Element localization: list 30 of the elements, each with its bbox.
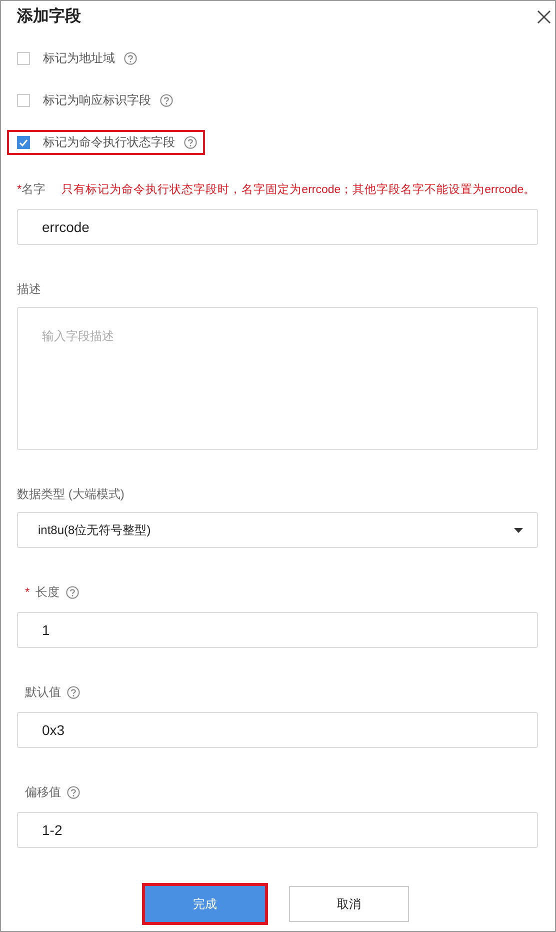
input-field[interactable]: 1 xyxy=(17,612,538,648)
input-field[interactable]: errcode xyxy=(17,209,538,245)
field-label: 默认值 xyxy=(25,684,61,700)
checkbox-label: 标记为命令执行状态字段 xyxy=(43,134,175,151)
help-icon[interactable] xyxy=(67,686,80,698)
help-icon[interactable] xyxy=(124,52,137,65)
help-icon[interactable] xyxy=(160,94,173,107)
checkbox[interactable] xyxy=(17,136,30,149)
dialog-title: 添加字段 xyxy=(17,6,82,27)
required-mark: * xyxy=(17,182,22,196)
field-label: 名字 xyxy=(22,180,46,198)
checkbox-label: 标记为响应标识字段 xyxy=(43,92,151,109)
help-icon[interactable] xyxy=(184,136,197,149)
help-icon[interactable] xyxy=(66,586,79,598)
type-dropdown[interactable]: int8u(8位无符号整型) xyxy=(17,512,538,548)
input-field[interactable]: 1-2 xyxy=(17,812,538,848)
cancel-button[interactable]: 取消 xyxy=(289,886,409,922)
help-icon[interactable] xyxy=(67,786,80,798)
field-label: 描述 xyxy=(17,280,41,298)
checkbox[interactable] xyxy=(17,94,30,107)
field-label: 偏移值 xyxy=(25,784,61,800)
close-icon[interactable] xyxy=(537,10,551,24)
checkbox[interactable] xyxy=(17,52,30,65)
caret-icon xyxy=(514,528,523,532)
input-field[interactable]: 0x3 xyxy=(17,712,538,748)
field-label: 长度 xyxy=(36,584,60,600)
checkbox-label: 标记为地址域 xyxy=(43,50,115,67)
required-mark: * xyxy=(25,585,30,599)
field-label: 数据类型 (大端模式) xyxy=(17,486,124,502)
hint-text: 只有标记为命令执行状态字段时，名字固定为errcode；其他字段名字不能设置为errcode。 xyxy=(62,182,536,196)
